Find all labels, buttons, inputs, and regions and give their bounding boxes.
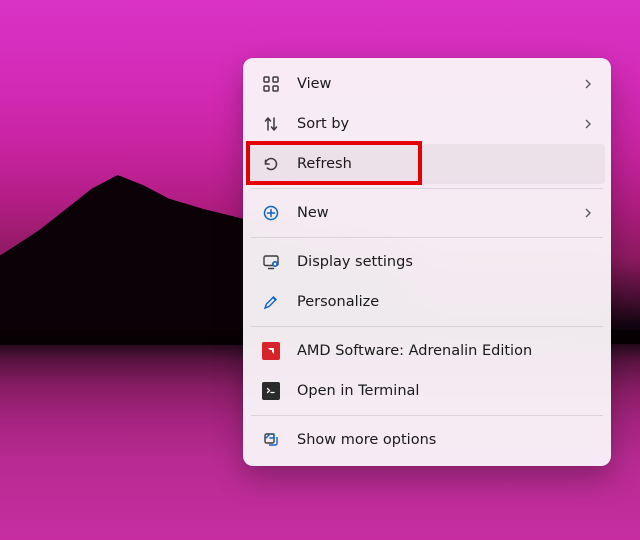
chevron-right-icon bbox=[583, 208, 593, 218]
menu-item-label: Display settings bbox=[297, 254, 593, 270]
display-settings-icon bbox=[261, 252, 281, 272]
menu-separator bbox=[251, 188, 603, 189]
more-options-icon bbox=[261, 430, 281, 450]
menu-item-label: Personalize bbox=[297, 294, 593, 310]
menu-item-sort-by[interactable]: Sort by bbox=[249, 104, 605, 144]
sort-icon bbox=[261, 114, 281, 134]
refresh-icon bbox=[261, 154, 281, 174]
desktop-context-menu: View Sort by Refresh bbox=[243, 58, 611, 466]
menu-item-new[interactable]: New bbox=[249, 193, 605, 233]
menu-separator bbox=[251, 415, 603, 416]
menu-item-show-more-options[interactable]: Show more options bbox=[249, 420, 605, 460]
new-icon bbox=[261, 203, 281, 223]
menu-item-open-terminal[interactable]: Open in Terminal bbox=[249, 371, 605, 411]
menu-item-label: Open in Terminal bbox=[297, 383, 593, 399]
menu-item-label: Refresh bbox=[297, 156, 593, 172]
terminal-icon bbox=[261, 381, 281, 401]
menu-item-label: AMD Software: Adrenalin Edition bbox=[297, 343, 593, 359]
menu-item-refresh[interactable]: Refresh bbox=[249, 144, 605, 184]
menu-item-amd-software[interactable]: AMD Software: Adrenalin Edition bbox=[249, 331, 605, 371]
menu-item-label: New bbox=[297, 205, 583, 221]
menu-separator bbox=[251, 237, 603, 238]
menu-separator bbox=[251, 326, 603, 327]
menu-item-view[interactable]: View bbox=[249, 64, 605, 104]
amd-icon bbox=[261, 341, 281, 361]
chevron-right-icon bbox=[583, 79, 593, 89]
chevron-right-icon bbox=[583, 119, 593, 129]
menu-item-label: View bbox=[297, 76, 583, 92]
view-icon bbox=[261, 74, 281, 94]
menu-item-personalize[interactable]: Personalize bbox=[249, 282, 605, 322]
personalize-icon bbox=[261, 292, 281, 312]
menu-item-label: Sort by bbox=[297, 116, 583, 132]
menu-item-display-settings[interactable]: Display settings bbox=[249, 242, 605, 282]
menu-item-label: Show more options bbox=[297, 432, 593, 448]
